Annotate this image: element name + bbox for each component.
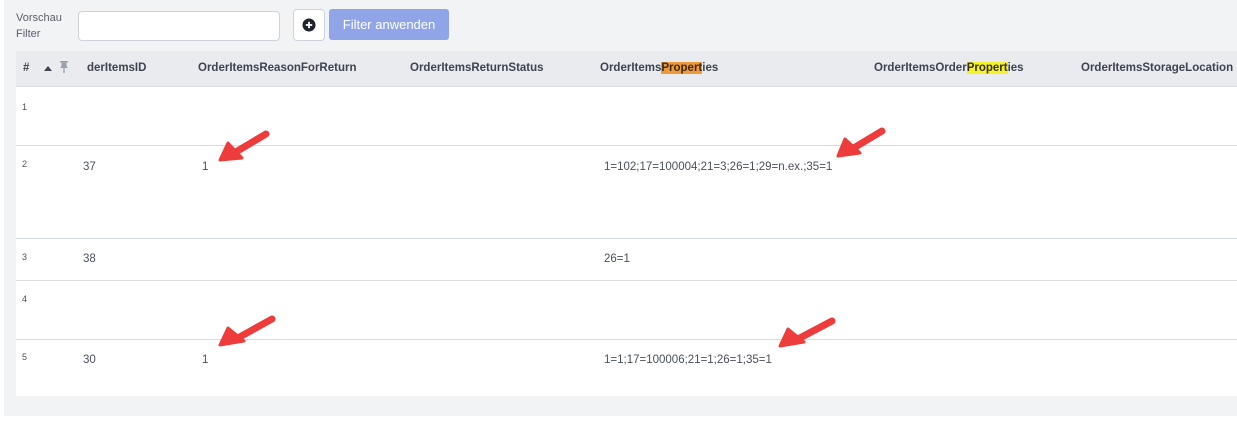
row-number: 3 [22,252,28,262]
order-properties-prefix: OrderItemsOrder [874,62,967,74]
footer-strip [4,396,1237,416]
column-header-order-properties[interactable]: OrderItemsOrderProperties [874,51,1024,86]
pin-icon[interactable] [59,61,69,73]
cell-properties: 26=1 [604,253,630,265]
cell-properties: 1=102;17=100004;21=3;26=1;29=n.ex.;35=1 [604,161,833,173]
annotation-arrow-icon [778,317,836,348]
table-row[interactable]: 5 30 1 1=1;17=100006;21=1;26=1;35=1 [16,340,1237,396]
column-header-properties[interactable]: OrderItemsProperties [600,51,718,86]
table-header: # derItemsID OrderItemsReasonForReturn O… [16,51,1237,87]
column-header-number[interactable]: # [23,51,29,86]
data-table: # derItemsID OrderItemsReasonForReturn O… [16,51,1237,396]
table-row[interactable]: 1 [16,87,1237,146]
cell-id: 38 [83,253,96,265]
cell-id: 30 [83,354,96,366]
filter-label-line2: Filter [16,28,41,40]
column-header-id[interactable]: derItemsID [87,51,146,86]
order-properties-highlight: Propert [966,62,1008,74]
properties-highlight: Propert [661,62,703,74]
cell-reason-for-return: 1 [202,354,209,366]
sort-asc-icon[interactable] [44,65,52,73]
properties-suffix: ies [702,62,719,74]
apply-filter-button[interactable]: Filter anwenden [329,9,449,40]
filter-input[interactable] [78,11,280,41]
annotation-arrow-icon [218,130,270,162]
annotation-arrow-icon [836,127,886,158]
filter-label: Vorschau Filter [16,10,62,42]
add-filter-button[interactable] [293,9,325,41]
table-row[interactable]: 3 38 26=1 [16,239,1237,281]
annotation-arrow-icon [218,315,276,347]
column-header-storage-location[interactable]: OrderItemsStorageLocation [1081,51,1233,86]
row-number: 2 [22,159,28,169]
row-number: 5 [22,352,28,362]
column-header-reason-for-return[interactable]: OrderItemsReasonForReturn [198,51,356,86]
column-header-return-status[interactable]: OrderItemsReturnStatus [410,51,544,86]
filter-label-line1: Vorschau [16,12,62,24]
plus-circle-icon [302,18,316,32]
row-number: 4 [22,294,28,304]
row-number: 1 [22,102,28,112]
properties-prefix: OrderItems [600,62,662,74]
cell-reason-for-return: 1 [202,161,209,173]
table-row[interactable]: 4 [16,281,1237,340]
cell-properties: 1=1;17=100006;21=1;26=1;35=1 [604,354,772,366]
cell-id: 37 [83,161,96,173]
table-row[interactable]: 2 37 1 1=102;17=100004;21=3;26=1;29=n.ex… [16,146,1237,239]
order-properties-suffix: ies [1007,62,1024,74]
